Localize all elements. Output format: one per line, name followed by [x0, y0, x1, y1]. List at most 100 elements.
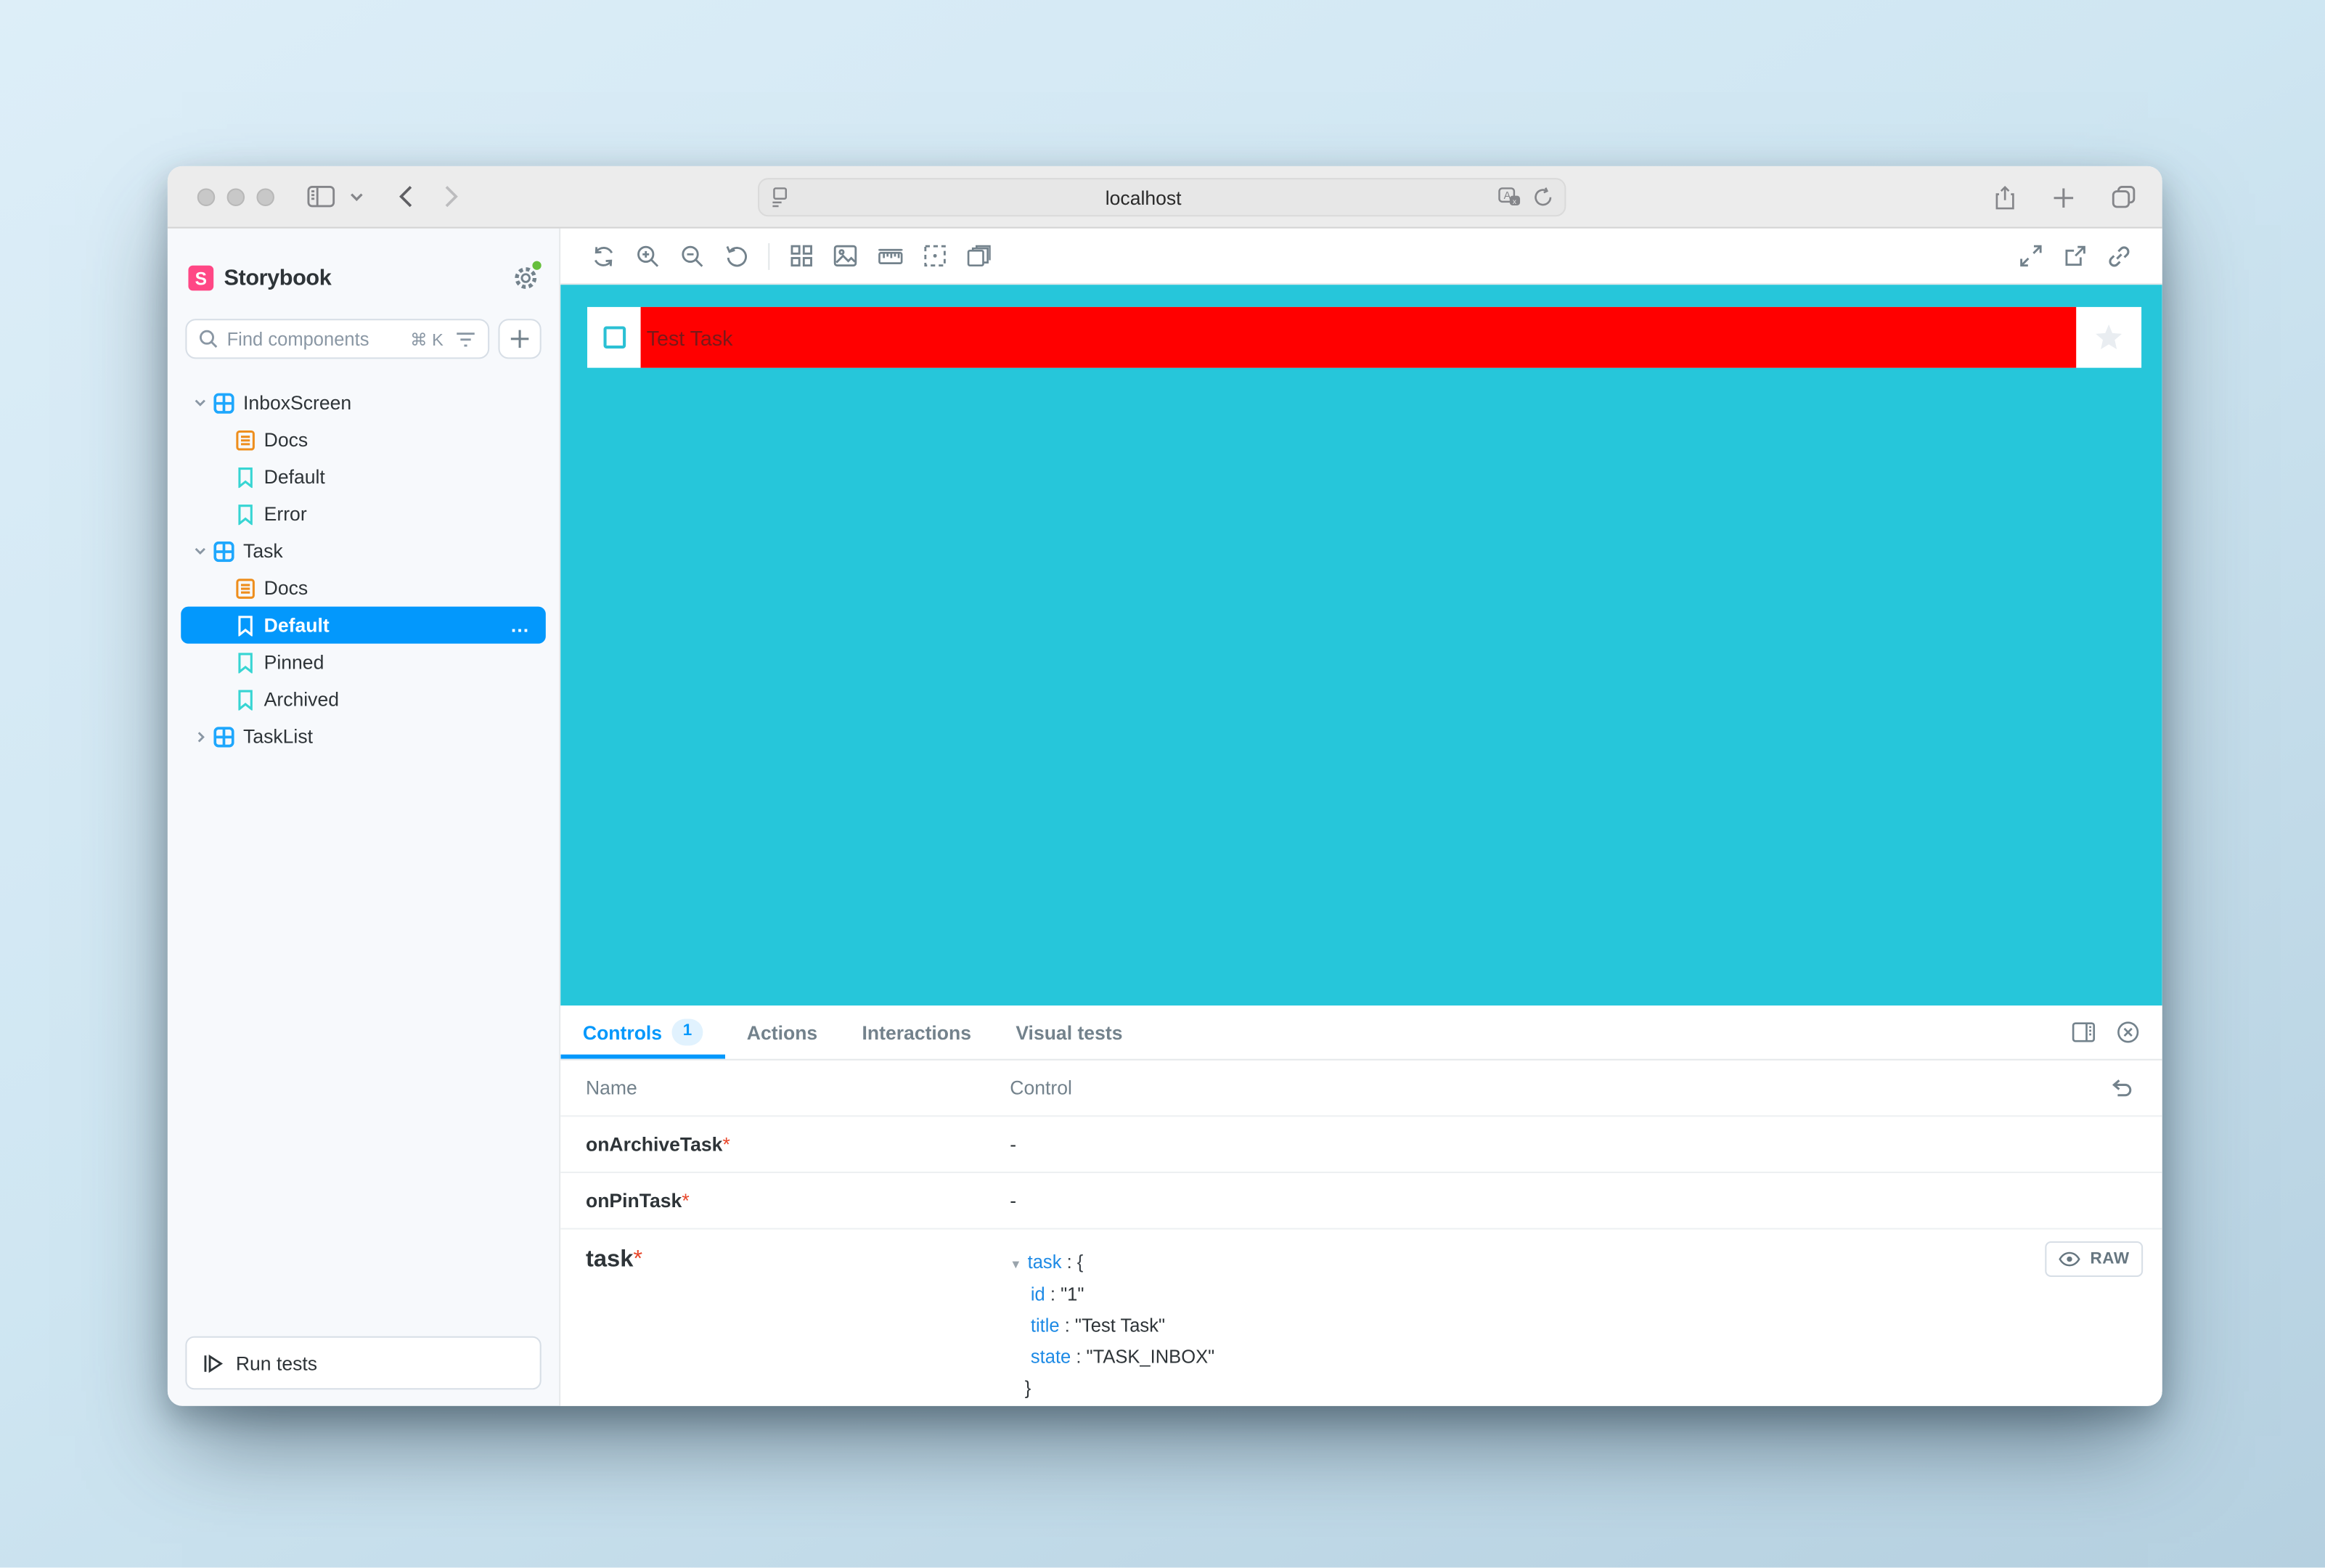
- back-icon[interactable]: [393, 179, 418, 213]
- json-key[interactable]: state: [1031, 1347, 1071, 1368]
- tree-label: Pinned: [264, 651, 324, 674]
- tree-item-task-default-selected[interactable]: Default …: [181, 607, 546, 644]
- toolbar-separator: [768, 242, 769, 269]
- tree-item-task-archived[interactable]: Archived: [181, 681, 546, 718]
- zoom-out-icon[interactable]: [670, 235, 714, 277]
- desktop-background: localhost A x: [0, 0, 2325, 1567]
- tab-overview-icon[interactable]: [2106, 179, 2141, 215]
- svg-text:x: x: [1513, 198, 1516, 206]
- tree-label: TaskList: [243, 725, 313, 748]
- chevron-right-icon[interactable]: [190, 730, 211, 742]
- tree-item-task[interactable]: Task: [181, 532, 546, 569]
- task-title-label[interactable]: Test Task: [641, 307, 2077, 368]
- remount-icon[interactable]: [581, 235, 626, 277]
- required-asterisk: *: [682, 1189, 689, 1212]
- fullscreen-icon[interactable]: [2008, 235, 2052, 277]
- forward-icon[interactable]: [439, 179, 465, 213]
- share-icon[interactable]: [1989, 179, 2022, 216]
- required-asterisk: *: [722, 1133, 730, 1156]
- add-button[interactable]: [498, 319, 541, 359]
- panel-tabbar: Controls 1 Actions Interactions Visual t…: [560, 1005, 2162, 1061]
- address-bar[interactable]: localhost A x: [758, 178, 1566, 216]
- raw-label: RAW: [2090, 1250, 2129, 1268]
- json-punct: :: [1071, 1347, 1086, 1368]
- task-checkbox-cell: [587, 307, 641, 368]
- tab-label: Interactions: [862, 1021, 971, 1044]
- copy-link-icon[interactable]: [2097, 235, 2141, 277]
- tree-item-inboxscreen-error[interactable]: Error: [181, 495, 546, 532]
- story-canvas: Test Task: [560, 285, 2162, 1005]
- task-checkbox[interactable]: [602, 326, 625, 348]
- star-icon[interactable]: [2094, 323, 2124, 351]
- table-header-row: Name Control: [560, 1061, 2162, 1117]
- stacked-panels-icon[interactable]: [957, 235, 1001, 277]
- json-key[interactable]: task: [1028, 1251, 1062, 1273]
- json-value[interactable]: "TASK_INBOX": [1087, 1347, 1215, 1368]
- open-new-tab-icon[interactable]: [2053, 235, 2097, 277]
- docs-icon: [234, 429, 256, 450]
- tree-item-task-pinned[interactable]: Pinned: [181, 644, 546, 681]
- json-punct: }: [1025, 1378, 1031, 1399]
- tree-item-inboxscreen[interactable]: InboxScreen: [181, 384, 546, 421]
- json-key[interactable]: id: [1031, 1284, 1045, 1305]
- filter-icon[interactable]: [455, 330, 476, 348]
- json-punct: :: [1060, 1315, 1075, 1336]
- tree-item-task-docs[interactable]: Docs: [181, 570, 546, 607]
- chevron-down-icon[interactable]: [344, 186, 369, 207]
- new-tab-icon[interactable]: [2046, 180, 2080, 214]
- zoom-in-icon[interactable]: [626, 235, 670, 277]
- tree-label: Docs: [264, 428, 308, 451]
- addons-panel: Controls 1 Actions Interactions Visual t…: [560, 1005, 2162, 1406]
- settings-gear-icon[interactable]: [513, 266, 539, 291]
- required-asterisk: *: [633, 1247, 642, 1273]
- grid-icon[interactable]: [779, 235, 823, 277]
- tree-label: Default: [264, 466, 325, 489]
- tree-label: Error: [264, 503, 307, 526]
- run-tests-label: Run tests: [236, 1352, 317, 1374]
- reset-zoom-icon[interactable]: [715, 235, 759, 277]
- arg-control-value: -: [985, 1133, 2162, 1156]
- panel-position-icon[interactable]: [2062, 1011, 2106, 1053]
- chevron-down-icon[interactable]: [190, 547, 211, 555]
- docs-icon: [234, 578, 256, 599]
- search-shortcut: ⌘ K: [410, 329, 444, 350]
- minimize-window-button[interactable]: [227, 187, 245, 205]
- tab-controls[interactable]: Controls 1: [560, 1005, 724, 1059]
- tab-interactions[interactable]: Interactions: [840, 1005, 994, 1059]
- outline-icon[interactable]: [912, 235, 956, 277]
- chevron-down-icon[interactable]: [190, 399, 211, 407]
- task-title-text: Test Task: [647, 325, 733, 349]
- sidebar-toggle-icon[interactable]: [301, 179, 341, 213]
- tree-item-tasklist[interactable]: TaskList: [181, 718, 546, 755]
- raw-toggle-button[interactable]: RAW: [2046, 1241, 2143, 1277]
- tree-item-inboxscreen-default[interactable]: Default: [181, 458, 546, 495]
- measure-icon[interactable]: [867, 235, 912, 277]
- background-icon[interactable]: [823, 235, 867, 277]
- tree-label: Docs: [264, 577, 308, 600]
- search-input[interactable]: Find components ⌘ K: [185, 319, 489, 359]
- reader-icon[interactable]: [771, 187, 789, 208]
- collapse-triangle-icon[interactable]: ▼: [1010, 1257, 1021, 1270]
- run-tests-button[interactable]: Run tests: [185, 1336, 541, 1390]
- close-panel-icon[interactable]: [2106, 1011, 2150, 1053]
- arg-name: onPinTask: [586, 1189, 682, 1212]
- tab-visual-tests[interactable]: Visual tests: [994, 1005, 1145, 1059]
- tree-item-inboxscreen-docs[interactable]: Docs: [181, 421, 546, 458]
- component-icon: [213, 726, 234, 747]
- json-value[interactable]: "1": [1061, 1284, 1084, 1305]
- json-object-editor[interactable]: ▼task : { id : "1" title : "Test Task" s…: [985, 1247, 2162, 1405]
- reload-icon[interactable]: [1533, 187, 1553, 208]
- search-placeholder: Find components: [227, 329, 411, 350]
- storybook-logo: S: [188, 266, 213, 291]
- json-value[interactable]: "Test Task": [1075, 1315, 1165, 1336]
- json-punct: :: [1045, 1284, 1061, 1305]
- translate-icon[interactable]: A x: [1497, 187, 1521, 208]
- close-window-button[interactable]: [197, 187, 216, 205]
- json-key[interactable]: title: [1031, 1315, 1060, 1336]
- url-text: localhost: [789, 186, 1498, 208]
- item-menu-icon[interactable]: …: [510, 614, 537, 637]
- reset-controls-icon[interactable]: [2109, 1078, 2133, 1098]
- zoom-window-button[interactable]: [256, 187, 274, 205]
- tab-actions[interactable]: Actions: [724, 1005, 840, 1059]
- arg-control-value: -: [985, 1189, 2162, 1212]
